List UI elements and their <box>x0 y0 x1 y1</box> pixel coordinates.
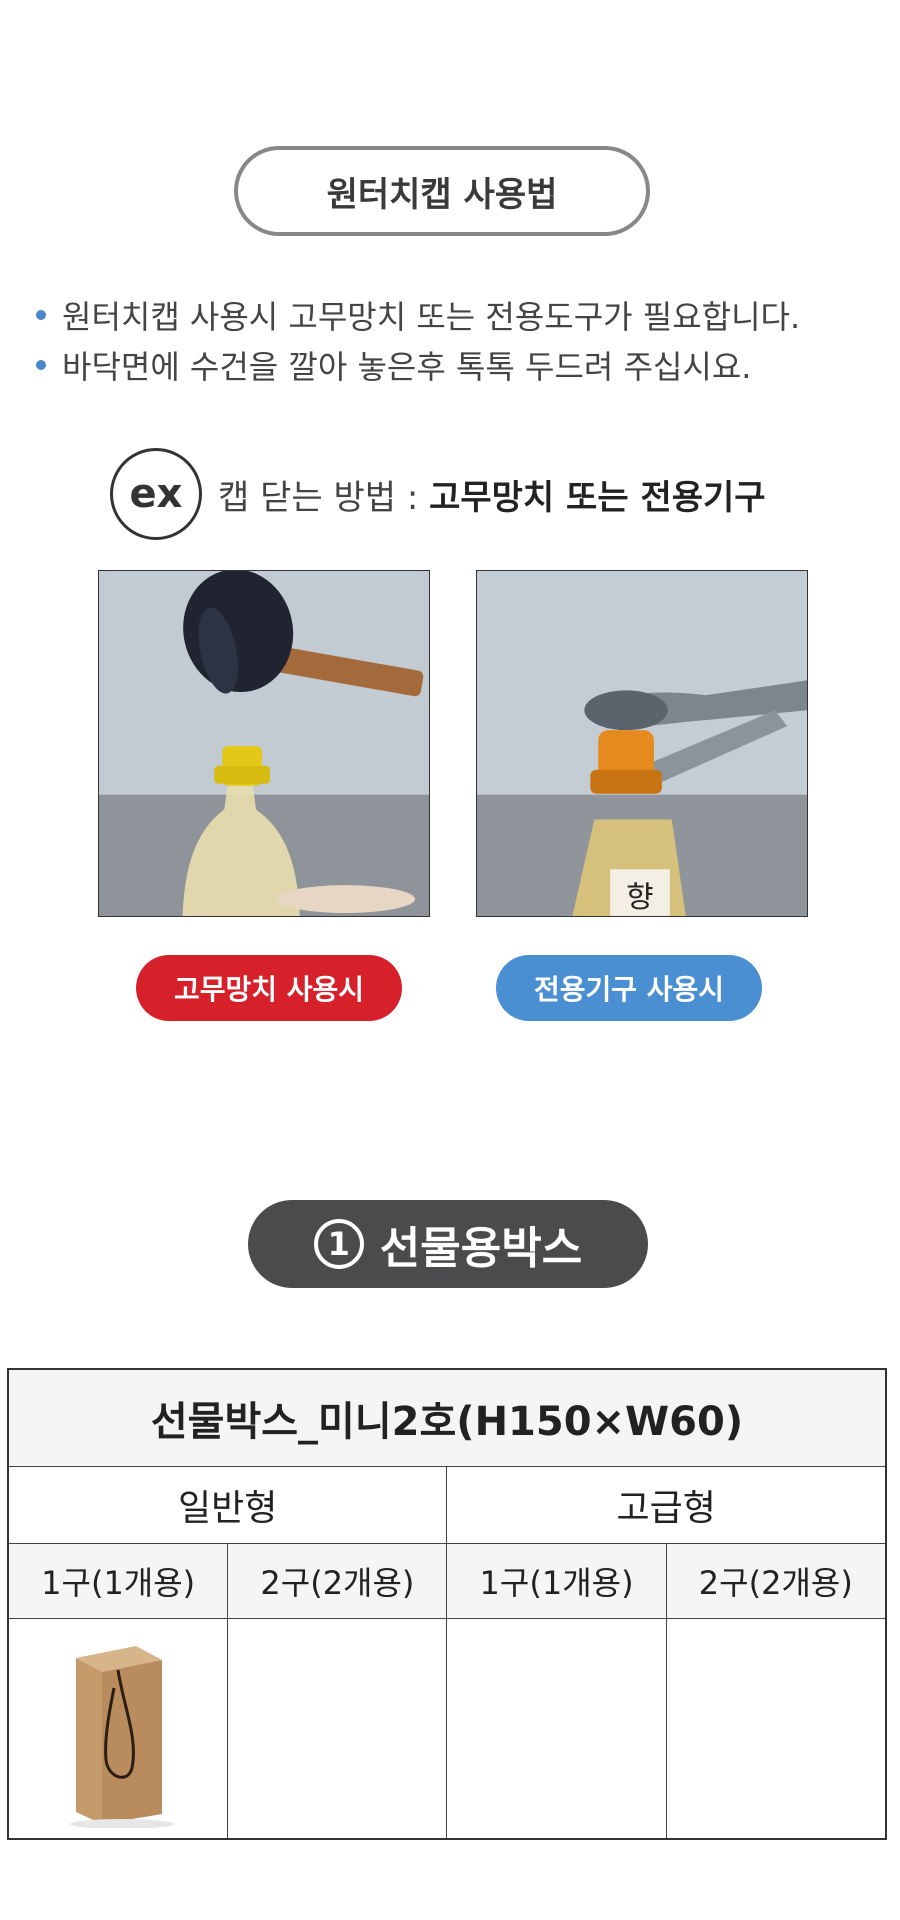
premium-single-image-cell <box>446 1617 667 1840</box>
tool-illustration: 향 <box>477 571 807 916</box>
mallet-illustration <box>99 571 429 916</box>
rubber-mallet-photo <box>98 570 430 917</box>
column-header: 1구(1개용) <box>446 1542 667 1619</box>
bullet-icon <box>36 310 46 320</box>
usage-instructions: 원터치캡 사용시 고무망치 또는 전용도구가 필요합니다. 바닥면에 수건을 깔… <box>36 290 876 390</box>
gift-box-spec-table: 선물박스_미니2호(H150×W60) 일반형 고급형 1구(1개용) 2구(2… <box>7 1368 887 1840</box>
ex-badge: ex <box>110 448 202 540</box>
section-number: 1 <box>313 1219 364 1269</box>
column-header: 1구(1개용) <box>7 1542 229 1619</box>
instruction-text: 원터치캡 사용시 고무망치 또는 전용도구가 필요합니다. <box>62 298 801 336</box>
dedicated-tool-photo: 향 <box>476 570 808 917</box>
column-header: 2구(2개용) <box>665 1542 887 1619</box>
method-name: 고무망치 또는 전용기구 <box>429 477 766 518</box>
column-header: 2구(2개용) <box>227 1542 448 1619</box>
method-text: 캡 닫는 방법 : 고무망치 또는 전용기구 <box>218 470 766 519</box>
tool-label: 전용기구 사용시 <box>496 955 762 1021</box>
standard-single-image-cell <box>7 1617 229 1840</box>
method-prefix: 캡 닫는 방법 : <box>218 477 430 518</box>
instruction-item: 원터치캡 사용시 고무망치 또는 전용도구가 필요합니다. <box>36 290 876 340</box>
group-standard: 일반형 <box>7 1465 448 1544</box>
cap-closing-method: ex 캡 닫는 방법 : 고무망치 또는 전용기구 <box>110 448 766 540</box>
mallet-label: 고무망치 사용시 <box>136 955 402 1021</box>
product-detail-page: 원터치캡 사용법 원터치캡 사용시 고무망치 또는 전용도구가 필요합니다. 바… <box>0 0 900 1920</box>
instruction-item: 바닥면에 수건을 깔아 놓은후 톡톡 두드려 주십시요. <box>36 340 876 390</box>
standard-double-image-cell <box>227 1617 448 1840</box>
usage-heading: 원터치캡 사용법 <box>234 146 650 236</box>
svg-text:향: 향 <box>626 880 653 915</box>
gift-box-section-heading: 1 선물용박스 <box>248 1200 648 1288</box>
premium-double-image-cell <box>665 1617 887 1840</box>
kraft-gift-box-icon <box>70 1646 175 1829</box>
instruction-text: 바닥면에 수건을 깔아 놓은후 톡톡 두드려 주십시요. <box>62 348 752 386</box>
bullet-icon <box>36 360 46 370</box>
table-title: 선물박스_미니2호(H150×W60) <box>7 1368 887 1467</box>
group-premium: 고급형 <box>446 1465 887 1544</box>
section-title: 선물용박스 <box>379 1223 583 1274</box>
